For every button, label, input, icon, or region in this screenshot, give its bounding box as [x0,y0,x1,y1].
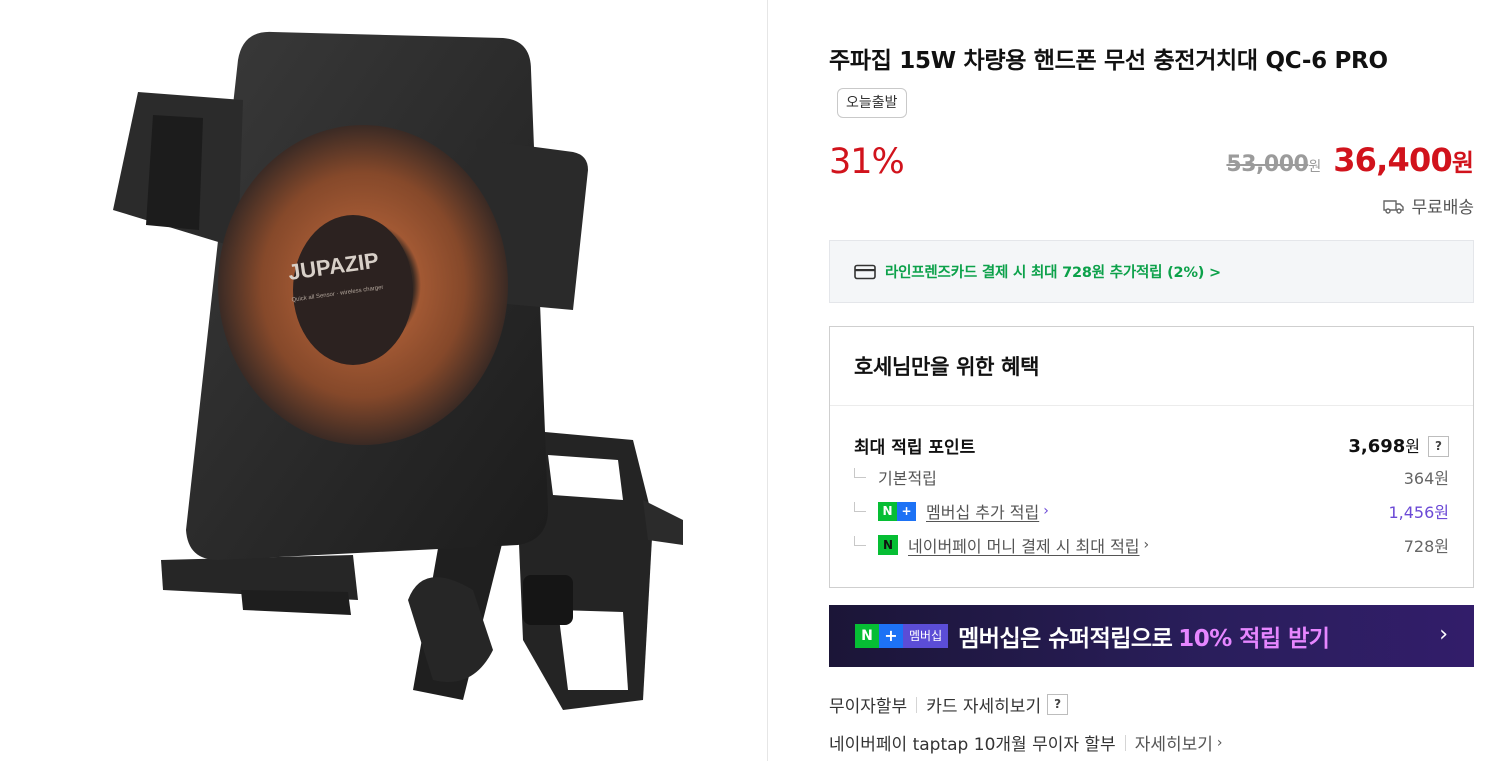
membership-banner[interactable]: N + 멤버십 멤버십은 슈퍼적립으로 10% 적립 받기 › [829,605,1474,667]
original-price: 53,000 [1226,152,1309,177]
taptap-detail-link[interactable]: 자세히보기 [1135,730,1213,755]
membership-badge-text: 멤버십 [903,624,949,648]
chevron-right-icon: › [1216,734,1223,751]
sale-price-unit: 원 [1451,149,1474,177]
original-price-unit: 원 [1308,159,1322,175]
truck-icon [1383,199,1405,214]
max-point-value: 3,698 [1348,436,1406,457]
taptap-row: 네이버페이 taptap 10개월 무이자 할부 자세히보기 › [829,730,1223,755]
card-benefit-text: 라인프렌즈카드 결제 시 최대 728원 추가적립 (2%) > [885,265,1222,281]
card-detail-link[interactable]: 카드 자세히보기 [926,692,1041,717]
npay-point-row[interactable]: N 네이버페이 머니 결제 시 최대 적립 › 728원 [854,532,1449,558]
price-box: 53,000원 36,400원 [1226,141,1474,179]
chevron-right-icon: › [1043,503,1049,519]
membership-badge: N + 멤버십 [855,624,949,648]
benefit-divider [830,405,1473,406]
shipping-text: 무료배송 [1411,198,1474,218]
tree-elbow [854,502,866,512]
product-image-panel[interactable]: JUPAZIP Quick all Sensor · wireless char… [3,0,768,761]
membership-point-row[interactable]: N + 멤버십 추가 적립 › 1,456원 [854,498,1449,524]
chevron-right-icon: › [1439,622,1448,647]
question-icon[interactable]: ? [1428,436,1449,457]
membership-banner-text: 멤버십은 슈퍼적립으로 [958,626,1173,652]
benefit-title: 호세님만을 위한 혜택 [854,355,1040,379]
membership-badge-plus: + [879,624,903,648]
divider [1124,734,1126,751]
chevron-right-icon: › [1143,537,1150,553]
divider [916,696,918,713]
benefit-box: 호세님만을 위한 혜택 최대 적립 포인트 3,698원? 기본적립 364원 … [829,326,1474,588]
product-title: 주파집 15W 차량용 핸드폰 무선 충전거치대 QC-6 PRO 오늘출발 [829,40,1459,124]
max-point-label: 최대 적립 포인트 [854,437,976,458]
discount-rate: 31% [829,142,905,182]
question-icon[interactable]: ? [1047,694,1069,715]
max-point-unit: 원 [1405,437,1420,456]
today-shipping-badge: 오늘출발 [837,88,907,118]
installment-row: 무이자할부 카드 자세히보기 ? [829,692,1069,717]
tree-elbow [854,536,866,546]
taptap-text: 네이버페이 taptap 10개월 무이자 할부 [829,735,1116,755]
basic-point-row: 기본적립 364원 [854,464,1449,490]
npay-point-link[interactable]: 네이버페이 머니 결제 시 최대 적립 [908,533,1140,557]
product-info-panel: 주파집 15W 차량용 핸드폰 무선 충전거치대 QC-6 PRO 오늘출발 31… [829,0,1474,761]
membership-point-value: 1,456원 [1388,503,1449,522]
basic-point-value: 364원 [1403,469,1449,488]
sale-price: 36,400 [1333,141,1452,179]
product-image: JUPAZIP Quick all Sensor · wireless char… [113,31,683,710]
nplus-icon: N + [878,501,916,521]
tree-elbow [854,468,866,478]
shipping-info: 무료배송 [1383,193,1474,218]
max-point-value-wrap: 3,698원? [1348,433,1449,457]
card-benefit-banner[interactable]: 라인프렌즈카드 결제 시 최대 728원 추가적립 (2%) > [829,240,1474,303]
max-point-row: 최대 적립 포인트 3,698원? [854,432,1449,458]
membership-point-link[interactable]: 멤버십 추가 적립 [926,499,1039,523]
basic-point-label: 기본적립 [878,469,937,488]
installment-label: 무이자할부 [829,697,908,717]
card-icon [854,264,876,279]
membership-banner-accent: 10% 적립 받기 [1178,626,1330,652]
membership-badge-n: N [855,624,879,648]
product-title-text: 주파집 15W 차량용 핸드폰 무선 충전거치대 QC-6 PRO [829,48,1388,74]
npay-icon: N [878,535,898,555]
npay-point-value: 728원 [1403,537,1449,556]
